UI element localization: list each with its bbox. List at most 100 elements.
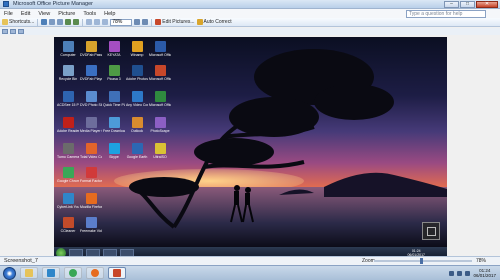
save-icon[interactable] <box>41 19 48 25</box>
auto-correct-button[interactable]: Auto Correct <box>196 19 232 26</box>
winamp-icon <box>131 41 143 52</box>
navigation-thumbnail[interactable] <box>422 222 440 240</box>
desktop-icon[interactable]: Freemake Video Conv... <box>80 217 102 233</box>
os-clock[interactable]: 01:24 06/01/2017 <box>473 268 496 278</box>
zoom-in-icon[interactable] <box>134 19 141 25</box>
start-button[interactable] <box>3 266 16 280</box>
desktop-icon-label: DVDFab Player <box>80 77 102 81</box>
desktop-icon[interactable]: Total Video Converter <box>80 143 102 159</box>
desktop-icon-label: Computer <box>60 53 76 57</box>
desktop-icon[interactable]: Adobe Photosh... <box>126 65 148 81</box>
desktop-icon-label: CCleaner <box>60 229 76 233</box>
desktop-icon[interactable]: DVDFab Player <box>80 65 102 81</box>
desktop-icon[interactable]: Quick Time Player <box>103 91 125 107</box>
undo-icon[interactable] <box>49 19 56 25</box>
taskbar-explorer[interactable] <box>20 267 38 279</box>
slideshow-icon[interactable] <box>18 29 24 34</box>
desktop-icon[interactable]: KEYATA <box>103 41 125 57</box>
rotate-left-icon[interactable] <box>65 19 72 25</box>
desktop-icon-label: ACDSee 15 Photo M... <box>57 103 79 107</box>
window-controls: – □ ✕ <box>444 0 498 8</box>
word-icon <box>154 41 166 52</box>
filmstrip-view-icon[interactable] <box>94 19 101 25</box>
single-view-icon[interactable] <box>102 19 109 25</box>
auto-correct-label: Auto Correct <box>203 19 232 25</box>
firefox-icon <box>91 269 99 277</box>
next-icon[interactable] <box>10 29 16 34</box>
desktop-icon[interactable]: CCleaner <box>57 217 79 233</box>
toolbar: Shortcuts... 78% Edit Pictures... Auto C… <box>0 18 500 27</box>
firefox-icon <box>85 193 97 204</box>
network-icon[interactable] <box>449 270 455 276</box>
desktop-icon[interactable]: CyberLink YouCam <box>57 193 79 209</box>
camera-icon <box>62 143 74 154</box>
taskbar-firefox[interactable] <box>86 267 104 279</box>
desktop-icon[interactable]: Any Video Converter <box>126 91 148 107</box>
menu-picture[interactable]: Picture <box>54 11 79 17</box>
desktop-icon[interactable]: DVDFab Passkey <box>80 41 102 57</box>
zoom-out-icon[interactable] <box>142 19 149 25</box>
desktop-icon[interactable]: ACDSee 15 Photo M... <box>57 91 79 107</box>
navigation-viewport[interactable] <box>427 227 436 236</box>
desktop-icon[interactable]: PhotoScape <box>149 117 171 133</box>
rotate-right-icon[interactable] <box>73 19 80 25</box>
zoom-select[interactable]: 78% <box>110 18 133 26</box>
youcam-icon <box>62 193 74 204</box>
desktop-icon[interactable]: Recycle Bin <box>57 65 79 81</box>
taskbar-picture-manager[interactable] <box>108 267 126 279</box>
taskbar-media[interactable] <box>42 267 60 279</box>
desktop-icon[interactable]: Skype <box>103 143 125 159</box>
acdsee-icon <box>62 91 74 102</box>
desktop-icon[interactable]: Free Downloader <box>103 117 125 133</box>
flag-icon[interactable] <box>465 270 471 276</box>
os-taskbar: 01:24 06/01/2017 <box>0 265 500 280</box>
zoom-slider[interactable] <box>374 260 472 262</box>
redo-icon[interactable] <box>57 19 64 25</box>
desktop-icon[interactable]: Microsoft Office Po... <box>149 65 171 81</box>
desktop-icon[interactable]: Mozilla Firefox <box>80 193 102 209</box>
desktop-icon[interactable]: UltraISO <box>149 143 171 159</box>
desktop-icon[interactable]: Tumo Camera Screenshot... <box>57 143 79 159</box>
minimize-button[interactable]: – <box>444 1 459 8</box>
close-button[interactable]: ✕ <box>476 1 498 8</box>
menu-view[interactable]: View <box>34 11 54 17</box>
maximize-button[interactable]: □ <box>460 1 475 8</box>
edit-pictures-button[interactable]: Edit Pictures... <box>155 19 195 26</box>
desktop-icon[interactable]: Winamp <box>126 41 148 57</box>
edit-pictures-icon <box>155 19 162 25</box>
desktop-icon[interactable]: Google Earth <box>126 143 148 159</box>
desktop-icon-label: Media Player Classic <box>80 129 102 133</box>
desktop-icon[interactable]: Outlook <box>126 117 148 133</box>
desktop-icon-label: DVDFab Passkey <box>80 53 102 57</box>
desktop-icon[interactable]: DVD Photo Slideshow <box>80 91 102 107</box>
menu-help[interactable]: Help <box>100 11 119 17</box>
desktop-icon-label: KEYATA <box>107 53 121 57</box>
desktop-icon[interactable]: Computer <box>57 41 79 57</box>
file-name: Screenshot_7 <box>4 258 38 264</box>
taskbar-chrome[interactable] <box>64 267 82 279</box>
desktop-icon[interactable]: Microsoft Office Ex... <box>149 91 171 107</box>
displayed-picture[interactable]: Computer Recycle Bin ACDSee 15 Photo M..… <box>54 37 447 259</box>
desktop-icon[interactable]: Google Chrome <box>57 167 79 183</box>
zoom-slider-thumb[interactable] <box>420 258 423 264</box>
prev-icon[interactable] <box>2 29 8 34</box>
menu-file[interactable]: File <box>0 11 17 17</box>
desktop-icon-label: Adobe Photosh... <box>126 77 148 81</box>
desktop-icon[interactable]: Picasa 3 <box>103 65 125 81</box>
thumbnail-view-icon[interactable] <box>86 19 93 25</box>
desktop-icon[interactable]: Microsoft Office Wo... <box>149 41 171 57</box>
format-factory-icon <box>85 167 97 178</box>
desktop-icon[interactable]: Adobe Reader X <box>57 117 79 133</box>
media-player-icon <box>85 117 97 128</box>
volume-icon[interactable] <box>457 270 463 276</box>
desktop-icon[interactable]: Media Player Classic <box>80 117 102 133</box>
desktop-icon[interactable]: Format Factory <box>80 167 102 183</box>
menu-tools[interactable]: Tools <box>79 11 100 17</box>
picasa-icon <box>108 65 120 76</box>
recycle-bin-icon <box>62 65 74 76</box>
help-search-input[interactable]: Type a question for help <box>406 10 486 18</box>
title-bar: Microsoft Office Picture Manager – □ ✕ <box>0 0 500 9</box>
powerpoint-icon <box>154 65 166 76</box>
menu-edit[interactable]: Edit <box>17 11 34 17</box>
shortcuts-button[interactable]: Shortcuts... <box>2 19 34 26</box>
